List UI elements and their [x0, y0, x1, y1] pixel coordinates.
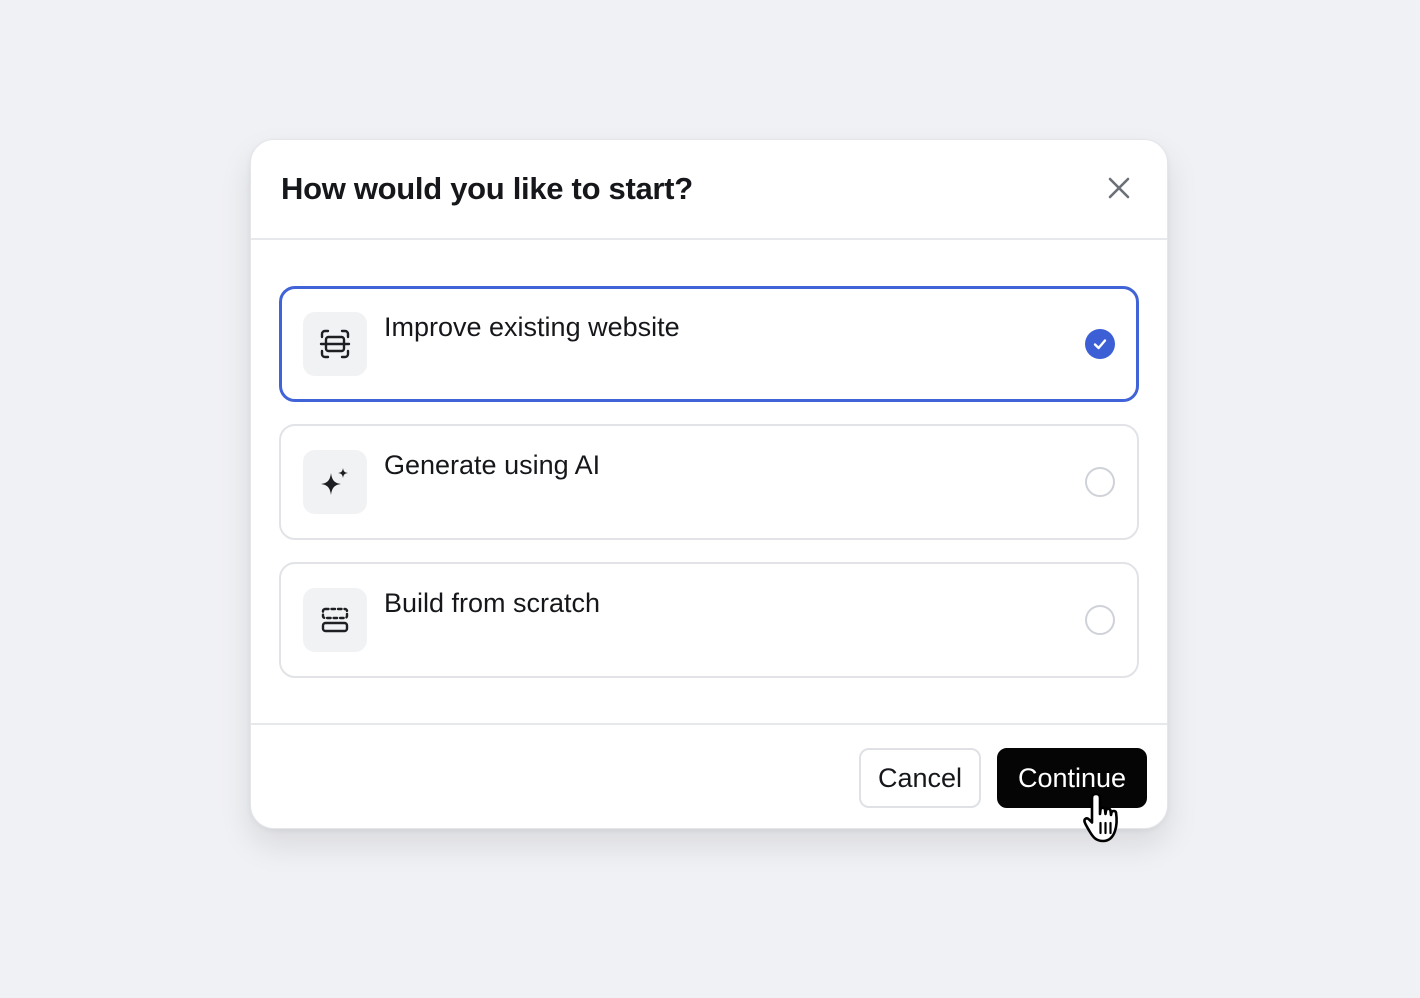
- option-list: Improve existing website Generate using …: [279, 286, 1139, 700]
- option-build-from-scratch[interactable]: Build from scratch: [279, 562, 1139, 678]
- scan-frame-icon: [319, 329, 351, 359]
- sparkles-icon: [321, 468, 348, 495]
- dialog-title: How would you like to start?: [281, 171, 693, 206]
- start-dialog: How would you like to start? Improve exi…: [250, 139, 1168, 829]
- option-improve-existing-website[interactable]: Improve existing website: [279, 286, 1139, 402]
- option-label: Improve existing website: [384, 312, 680, 342]
- continue-button[interactable]: Continue: [997, 748, 1147, 808]
- radio-unchecked[interactable]: [1085, 605, 1115, 635]
- layout-blocks-icon: [321, 607, 349, 633]
- dialog-header: How would you like to start?: [251, 140, 1167, 240]
- close-icon: [1108, 177, 1130, 199]
- option-icon-container: [303, 450, 367, 514]
- cancel-button[interactable]: Cancel: [859, 748, 981, 808]
- close-button[interactable]: [1099, 168, 1139, 208]
- option-icon-container: [303, 588, 367, 652]
- check-icon: [1093, 339, 1107, 350]
- dialog-footer: Cancel Continue: [251, 723, 1167, 828]
- option-icon-container: [303, 312, 367, 376]
- option-label: Build from scratch: [384, 588, 601, 618]
- option-label: Generate using AI: [384, 450, 601, 480]
- option-generate-using-ai[interactable]: Generate using AI: [279, 424, 1139, 540]
- radio-unchecked[interactable]: [1085, 467, 1115, 497]
- radio-checked[interactable]: [1085, 329, 1115, 359]
